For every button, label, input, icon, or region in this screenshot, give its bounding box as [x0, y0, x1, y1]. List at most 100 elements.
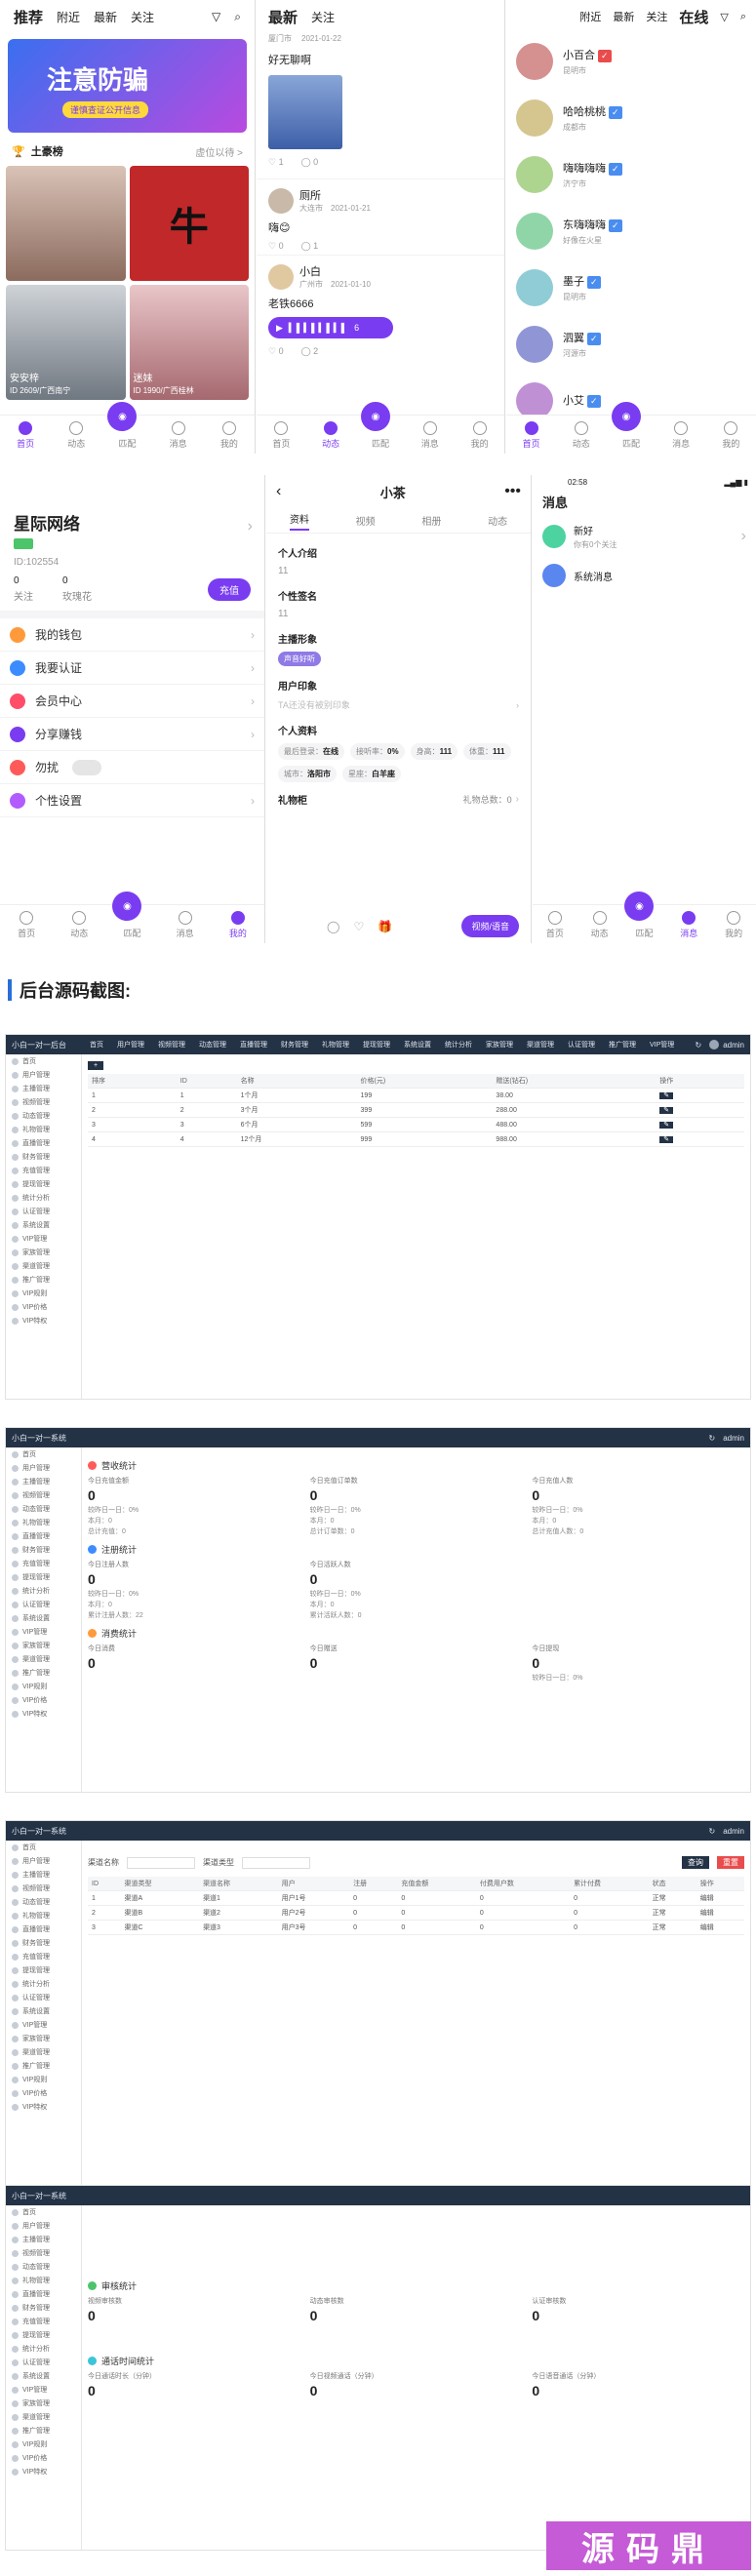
online-user-item[interactable]: 墨子 ✓ 昆明市: [506, 259, 756, 316]
admin-sidebar-item[interactable]: 用户管理: [6, 1461, 81, 1475]
admin-sidebar-item[interactable]: 系统设置: [6, 2004, 81, 2018]
admin-sidebar-item[interactable]: 视频管理: [6, 2246, 81, 2260]
tab-nearby[interactable]: 附近: [57, 9, 80, 25]
admin-sidebar-item[interactable]: VIP价格: [6, 1693, 81, 1707]
tab-mine[interactable]: 我的: [714, 911, 753, 939]
admin-sidebar-item[interactable]: 视频管理: [6, 1488, 81, 1502]
admin-sidebar-item[interactable]: 主播管理: [6, 1868, 81, 1882]
admin-sidebar-item[interactable]: 渠道管理: [6, 2045, 81, 2059]
tab-home[interactable]: 首页: [7, 911, 46, 939]
tab-home[interactable]: 首页: [536, 911, 575, 939]
gift-icon[interactable]: 🎁: [378, 920, 392, 933]
admin-sidebar-item[interactable]: 推广管理: [6, 1273, 81, 1287]
post-image[interactable]: [268, 75, 342, 149]
admin-sidebar-item[interactable]: 充值管理: [6, 1557, 81, 1570]
admin-sidebar-item[interactable]: VIP价格: [6, 1300, 81, 1314]
admin-sidebar-item[interactable]: 首页: [6, 1841, 81, 1854]
tab-moments[interactable]: 动态: [60, 911, 99, 939]
admin-sidebar-item[interactable]: 系统设置: [6, 1611, 81, 1625]
admin-nav-item[interactable]: 用户管理: [117, 1040, 144, 1050]
tab-moments[interactable]: 动态: [562, 421, 601, 450]
tab-messages[interactable]: 消息: [159, 421, 198, 450]
tab-moments[interactable]: 动态: [57, 421, 96, 450]
admin-sidebar-item[interactable]: VIP规则: [6, 2437, 81, 2451]
message-item[interactable]: 新好 你有0个关注 ›: [533, 515, 756, 558]
admin-sidebar-item[interactable]: 直播管理: [6, 1136, 81, 1150]
channel-name-input[interactable]: [127, 1856, 195, 1869]
admin-sidebar-item[interactable]: 财务管理: [6, 1543, 81, 1557]
admin-sidebar-item[interactable]: 家族管理: [6, 1246, 81, 1259]
user-card[interactable]: 迷妹 ID 1990/广西桂林: [129, 285, 249, 400]
admin-sidebar-item[interactable]: 动态管理: [6, 1502, 81, 1516]
refresh-icon[interactable]: ↻: [709, 1827, 716, 1836]
admin-nav-item[interactable]: 视频管理: [158, 1040, 185, 1050]
tab-video[interactable]: 视频: [356, 513, 376, 528]
admin-sidebar-item[interactable]: 主播管理: [6, 1082, 81, 1095]
impression-row[interactable]: TA还没有被别印象 ›: [278, 698, 519, 711]
online-user-item[interactable]: 哈哈桃桃 ✓ 成都市: [506, 90, 756, 146]
tab-match[interactable]: ◉ 匹配: [112, 892, 151, 939]
like-icon[interactable]: ♡ 0: [268, 346, 284, 357]
admin-sidebar-item[interactable]: 认证管理: [6, 1598, 81, 1611]
admin-sidebar-item[interactable]: 提现管理: [6, 2328, 81, 2342]
admin-sidebar-item[interactable]: 系统设置: [6, 2369, 81, 2383]
admin-sidebar-item[interactable]: 提现管理: [6, 1570, 81, 1584]
admin-sidebar-item[interactable]: 视频管理: [6, 1095, 81, 1109]
admin-sidebar-item[interactable]: 财务管理: [6, 1936, 81, 1950]
rank-bar[interactable]: 🏆 土豪榜 虚位以待 >: [0, 137, 255, 166]
tab-nearby[interactable]: 附近: [579, 9, 601, 24]
voice-bubble[interactable]: ▶ ▍▌▍▌▍▌▍▌ 6: [268, 317, 393, 338]
tab-home[interactable]: 首页: [512, 421, 551, 450]
like-icon[interactable]: ♡ 1: [268, 157, 284, 168]
admin-nav-item[interactable]: VIP管理: [650, 1040, 674, 1050]
edit-button[interactable]: ✎: [659, 1136, 674, 1143]
tab-latest[interactable]: 最新: [94, 9, 117, 25]
edit-button[interactable]: ✎: [659, 1122, 674, 1129]
rank-more[interactable]: 虚位以待 >: [195, 144, 243, 159]
tab-follow[interactable]: 关注: [131, 9, 154, 25]
admin-sidebar-item[interactable]: 家族管理: [6, 2032, 81, 2045]
refresh-icon[interactable]: ↻: [696, 1041, 702, 1050]
channel-type-select[interactable]: [242, 1856, 310, 1869]
admin-sidebar-item[interactable]: 充值管理: [6, 1164, 81, 1177]
admin-sidebar-item[interactable]: 系统设置: [6, 1218, 81, 1232]
admin-sidebar-item[interactable]: 动态管理: [6, 2260, 81, 2274]
admin-nav-item[interactable]: 系统设置: [404, 1040, 431, 1050]
admin-nav-item[interactable]: 渠道管理: [527, 1040, 554, 1050]
avatar[interactable]: [516, 326, 553, 363]
admin-sidebar-item[interactable]: 家族管理: [6, 1639, 81, 1652]
admin-sidebar-item[interactable]: 直播管理: [6, 1529, 81, 1543]
avatar[interactable]: [516, 213, 553, 250]
admin-nav-item[interactable]: 直播管理: [240, 1040, 267, 1050]
admin-sidebar-item[interactable]: 主播管理: [6, 1475, 81, 1488]
admin-nav-item[interactable]: 提现管理: [363, 1040, 390, 1050]
message-item[interactable]: 系统消息: [533, 558, 756, 593]
avatar[interactable]: [268, 187, 294, 214]
admin-sidebar-item[interactable]: VIP特权: [6, 2465, 81, 2478]
refresh-icon[interactable]: ↻: [709, 1434, 716, 1443]
post-2[interactable]: 厕所 大连市 2021-01-21 嗨😊 ♡ 0 ◯ 1: [257, 179, 504, 256]
tab-moments[interactable]: 动态: [311, 421, 350, 450]
menu-verify[interactable]: 我要认证 ›: [0, 652, 264, 685]
admin-sidebar-item[interactable]: VIP规则: [6, 2073, 81, 2086]
admin-nav-item[interactable]: 家族管理: [486, 1040, 513, 1050]
post-1[interactable]: 厦门市 2021-01-22 好无聊啊 ♡ 1 ◯ 0: [257, 33, 504, 179]
admin-sidebar-item[interactable]: 推广管理: [6, 2059, 81, 2073]
admin-sidebar-item[interactable]: 直播管理: [6, 1922, 81, 1936]
admin-sidebar-item[interactable]: 充值管理: [6, 2315, 81, 2328]
online-user-item[interactable]: 东嗨嗨嗨 ✓ 好像在火星: [506, 203, 756, 259]
menu-vip[interactable]: 会员中心 ›: [0, 685, 264, 718]
online-user-item[interactable]: 嗨嗨嗨嗨 ✓ 济宁市: [506, 146, 756, 203]
admin-sidebar-item[interactable]: 用户管理: [6, 1854, 81, 1868]
back-icon[interactable]: ‹: [276, 483, 281, 500]
tab-latest[interactable]: 最新: [268, 7, 298, 27]
search-icon[interactable]: ⌕: [740, 11, 746, 23]
admin-sidebar-item[interactable]: VIP特权: [6, 2100, 81, 2114]
admin-sidebar-item[interactable]: VIP管理: [6, 1625, 81, 1639]
admin-sidebar-item[interactable]: 提现管理: [6, 1177, 81, 1191]
admin-sidebar-item[interactable]: 统计分析: [6, 1584, 81, 1598]
admin-sidebar-item[interactable]: VIP价格: [6, 2451, 81, 2465]
more-icon[interactable]: •••: [504, 483, 521, 500]
tab-mine[interactable]: 我的: [460, 421, 499, 450]
tab-mine[interactable]: 我的: [219, 911, 258, 939]
